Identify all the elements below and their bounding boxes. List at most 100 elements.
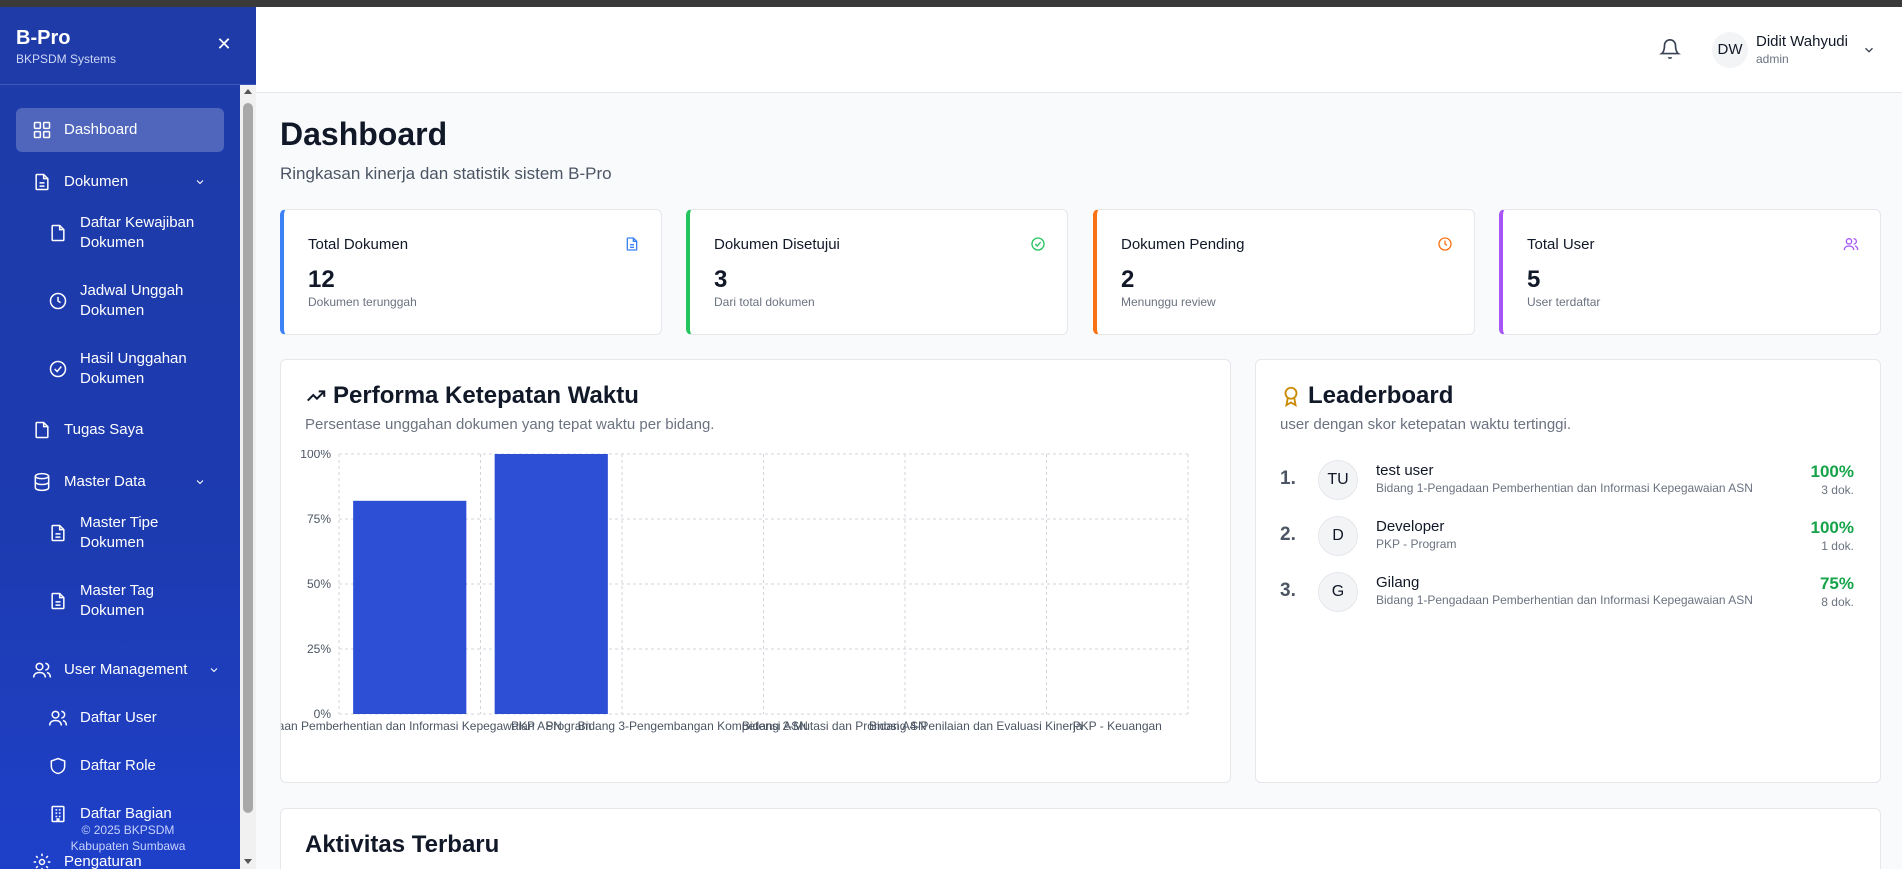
stat-card-total-dokumen: Total Dokumen 12 Dokumen terunggah	[280, 209, 662, 335]
leaderboard-row: 2. D Developer PKP - Program 100% 1 dok.	[1280, 510, 1854, 560]
sidebar-item-hasil-unggahan-dokumen[interactable]: Hasil Unggahan Dokumen	[16, 345, 224, 393]
activity-title: Aktivitas Terbaru	[305, 831, 500, 858]
sidebar-item-label: Jadwal Unggah Dokumen	[80, 282, 184, 319]
leaderboard-title-text: Leaderboard	[1308, 382, 1454, 409]
chevron-down-icon[interactable]	[1862, 43, 1876, 57]
sidebar-item-label: Tugas Saya	[64, 421, 144, 438]
scroll-down-icon[interactable]	[244, 859, 252, 864]
sidebar-item-label: Master Data	[64, 473, 146, 490]
clock-icon	[49, 292, 67, 310]
dashboard-icon	[33, 121, 51, 139]
stat-title: Dokumen Pending	[1121, 236, 1245, 253]
leaderboard-department: Bidang 1-Pengadaan Pemberhentian dan Inf…	[1376, 593, 1753, 607]
performance-bar-chart: 0%25%50%75%100%gadaan Pemberhentian dan …	[281, 450, 1189, 733]
y-tick-label: 75%	[307, 512, 331, 526]
performance-card: Performa Ketepatan Waktu Persentase ungg…	[280, 359, 1231, 783]
scroll-up-icon[interactable]	[244, 89, 252, 94]
sidebar-item-label: Daftar User	[80, 709, 157, 726]
leaderboard-count: 1 dok.	[1821, 539, 1854, 553]
stat-description: Menunggu review	[1121, 295, 1216, 309]
user-role: admin	[1756, 52, 1789, 66]
sidebar-header: B-Pro BKPSDM Systems ✕	[0, 7, 256, 85]
sidebar-item-master-tipe-dokumen[interactable]: Master Tipe Dokumen	[16, 509, 224, 557]
stat-value: 12	[308, 266, 335, 293]
building-icon	[51, 805, 65, 823]
window-top-bar	[0, 0, 1902, 7]
sidebar-item-dokumen[interactable]: Dokumen	[16, 160, 224, 204]
file-text-icon	[51, 524, 65, 542]
performance-title-text: Performa Ketepatan Waktu	[333, 382, 639, 409]
sidebar-nav: Dashboard Dokumen Daftar Kewajiban Dokum…	[0, 85, 240, 869]
footer-organization: Kabupaten Sumbawa	[70, 839, 186, 853]
x-tick-label: Bidang 4-Penilaian dan Evaluasi Kinerja	[869, 719, 1083, 733]
avatar[interactable]: DW	[1712, 32, 1748, 68]
leaderboard-count: 3 dok.	[1821, 483, 1854, 497]
leaderboard-row: 3. G Gilang Bidang 1-Pengadaan Pemberhen…	[1280, 566, 1854, 616]
leaderboard-subtitle: user dengan skor ketepatan waktu terting…	[1280, 416, 1572, 433]
clock-icon	[1438, 237, 1452, 251]
stat-card-total-user: Total User 5 User terdaftar	[1499, 209, 1881, 335]
sidebar-item-tugas-saya[interactable]: Tugas Saya	[16, 408, 224, 452]
sidebar-scrollbar[interactable]	[240, 85, 256, 869]
y-tick-label: 100%	[300, 450, 331, 461]
user-name[interactable]: Didit Wahyudi	[1756, 33, 1848, 50]
scrollbar-thumb[interactable]	[243, 103, 253, 813]
page-title: Dashboard	[280, 116, 448, 152]
leaderboard-department: Bidang 1-Pengadaan Pemberhentian dan Inf…	[1376, 481, 1753, 495]
bell-icon[interactable]	[1659, 38, 1681, 60]
avatar: G	[1318, 572, 1358, 612]
leaderboard-score: 100%	[1810, 518, 1854, 537]
sidebar-item-daftar-role[interactable]: Daftar Role	[16, 744, 224, 788]
chevron-down-icon	[196, 480, 204, 485]
sidebar-item-master-data[interactable]: Master Data	[16, 460, 224, 504]
file-text-icon	[626, 237, 638, 251]
sidebar-item-label: Dashboard	[64, 121, 138, 138]
award-icon	[1284, 386, 1298, 407]
sidebar-item-master-tag-dokumen[interactable]: Master Tag Dokumen	[16, 577, 224, 625]
close-icon[interactable]: ✕	[214, 34, 234, 54]
file-icon	[35, 173, 49, 191]
leaderboard-count: 8 dok.	[1821, 595, 1854, 609]
check-circle-icon	[1031, 237, 1045, 251]
file-text-icon	[51, 592, 65, 610]
stat-card-dokumen-disetujui: Dokumen Disetujui 3 Dari total dokumen	[686, 209, 1068, 335]
shield-icon	[50, 757, 66, 775]
page-subtitle: Ringkasan kinerja dan statistik sistem B…	[280, 164, 612, 183]
leaderboard-department: PKP - Program	[1376, 537, 1457, 551]
chevron-down-icon	[210, 668, 218, 673]
footer-copyright: © 2025 BKPSDM	[81, 823, 175, 837]
sidebar-item-label: Dokumen	[64, 173, 129, 190]
file-icon	[51, 224, 65, 242]
leaderboard-score: 100%	[1810, 462, 1854, 481]
sidebar-item-label: Daftar Bagian	[80, 805, 172, 822]
sidebar-item-daftar-user[interactable]: Daftar User	[16, 696, 224, 740]
leaderboard-rank: 1.	[1280, 468, 1296, 489]
stat-description: User terdaftar	[1527, 295, 1601, 309]
performance-subtitle: Persentase unggahan dokumen yang tepat w…	[305, 416, 715, 433]
sidebar-footer: © 2025 BKPSDM Kabupaten Sumbawa	[0, 822, 256, 854]
file-icon	[35, 421, 49, 439]
stat-value: 5	[1527, 266, 1541, 293]
x-tick-label: PKP - Keuangan	[1073, 719, 1162, 733]
stat-card-dokumen-pending: Dokumen Pending 2 Menunggu review	[1093, 209, 1475, 335]
sidebar-item-daftar-kewajiban-dokumen[interactable]: Daftar Kewajiban Dokumen	[16, 209, 224, 257]
y-tick-label: 25%	[307, 642, 331, 656]
stat-value: 2	[1121, 266, 1135, 293]
sidebar-item-user-management[interactable]: User Management	[16, 648, 224, 692]
sidebar-item-jadwal-unggah-dokumen[interactable]: Jadwal Unggah Dokumen	[16, 277, 224, 325]
users-icon	[32, 662, 52, 678]
activity-card: Aktivitas Terbaru	[280, 808, 1881, 869]
sidebar-item-label: Daftar Kewajiban Dokumen	[80, 214, 195, 251]
leaderboard-row: 1. TU test user Bidang 1-Pengadaan Pembe…	[1280, 454, 1854, 504]
leaderboard-name: Gilang	[1376, 574, 1420, 591]
sidebar-item-label: User Management	[64, 661, 188, 678]
chart-bar	[353, 500, 467, 714]
sidebar-item-label: Daftar Role	[80, 757, 156, 774]
avatar: TU	[1318, 460, 1358, 500]
leaderboard-card: Leaderboard user dengan skor ketepatan w…	[1255, 359, 1881, 783]
y-tick-label: 50%	[307, 577, 331, 591]
performance-title: Performa Ketepatan Waktu	[305, 382, 639, 410]
database-icon	[34, 472, 50, 492]
sidebar-item-dashboard[interactable]: Dashboard	[16, 108, 224, 152]
sidebar: B-Pro BKPSDM Systems ✕ Dashboard Dokumen…	[0, 7, 256, 869]
